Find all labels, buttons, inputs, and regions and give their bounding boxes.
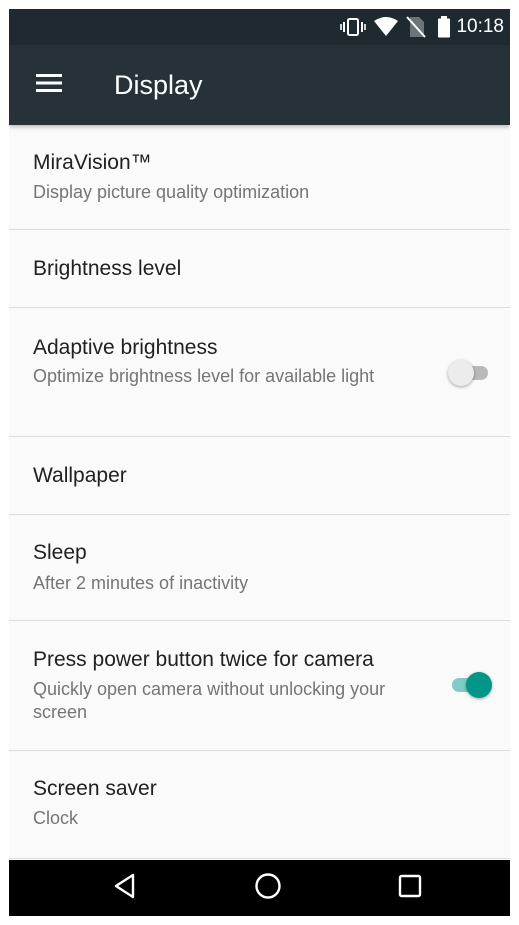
recents-icon (398, 874, 422, 903)
switch-thumb (466, 672, 492, 698)
home-button[interactable] (238, 860, 298, 916)
app-toolbar: Display (9, 45, 510, 125)
setting-title: MiraVision™ (33, 151, 152, 174)
setting-summary: Clock (33, 808, 79, 828)
setting-summary: Display picture quality optimization (33, 182, 310, 202)
adaptive-brightness-switch[interactable] (448, 358, 492, 388)
setting-title: Sleep (33, 541, 87, 564)
no-sim-icon (406, 9, 426, 45)
status-time: 10:18 (456, 16, 504, 37)
setting-title: Press power button twice for camera (33, 648, 374, 671)
setting-wallpaper[interactable]: Wallpaper (9, 437, 510, 515)
recents-button[interactable] (380, 860, 440, 916)
hamburger-menu-icon (36, 73, 62, 98)
setting-summary: Optimize brightness level for available … (33, 366, 375, 386)
setting-sleep[interactable]: Sleep After 2 minutes of inactivity (9, 515, 510, 621)
setting-adaptive-brightness[interactable]: Adaptive brightness Optimize brightness … (9, 308, 510, 437)
setting-miravision[interactable]: MiraVision™ Display picture quality opti… (9, 125, 510, 230)
settings-list: MiraVision™ Display picture quality opti… (9, 125, 510, 859)
vibrate-icon (340, 9, 366, 45)
setting-title: Screen saver (33, 777, 157, 800)
menu-button[interactable] (25, 65, 73, 105)
setting-title: Adaptive brightness (33, 336, 218, 359)
back-button[interactable] (95, 860, 155, 916)
back-icon (113, 873, 137, 904)
switch-thumb (448, 360, 474, 386)
navigation-bar (9, 860, 510, 916)
double-press-camera-switch[interactable] (448, 670, 492, 700)
setting-title: Wallpaper (33, 464, 127, 487)
page-title: Display (114, 70, 203, 100)
setting-summary: Quickly open camera without unlocking yo… (33, 679, 386, 722)
wifi-icon (374, 9, 398, 45)
status-bar: 10:18 (9, 9, 510, 45)
screen: 10:18 Display MiraVision™ Display pictur… (9, 9, 510, 916)
battery-icon (437, 9, 451, 45)
setting-screen-saver[interactable]: Screen saver Clock (9, 751, 510, 859)
setting-double-press-camera[interactable]: Press power button twice for camera Quic… (9, 621, 510, 751)
setting-title: Brightness level (33, 257, 182, 280)
setting-brightness-level[interactable]: Brightness level (9, 230, 510, 308)
home-icon (254, 872, 282, 905)
setting-summary: After 2 minutes of inactivity (33, 573, 249, 593)
